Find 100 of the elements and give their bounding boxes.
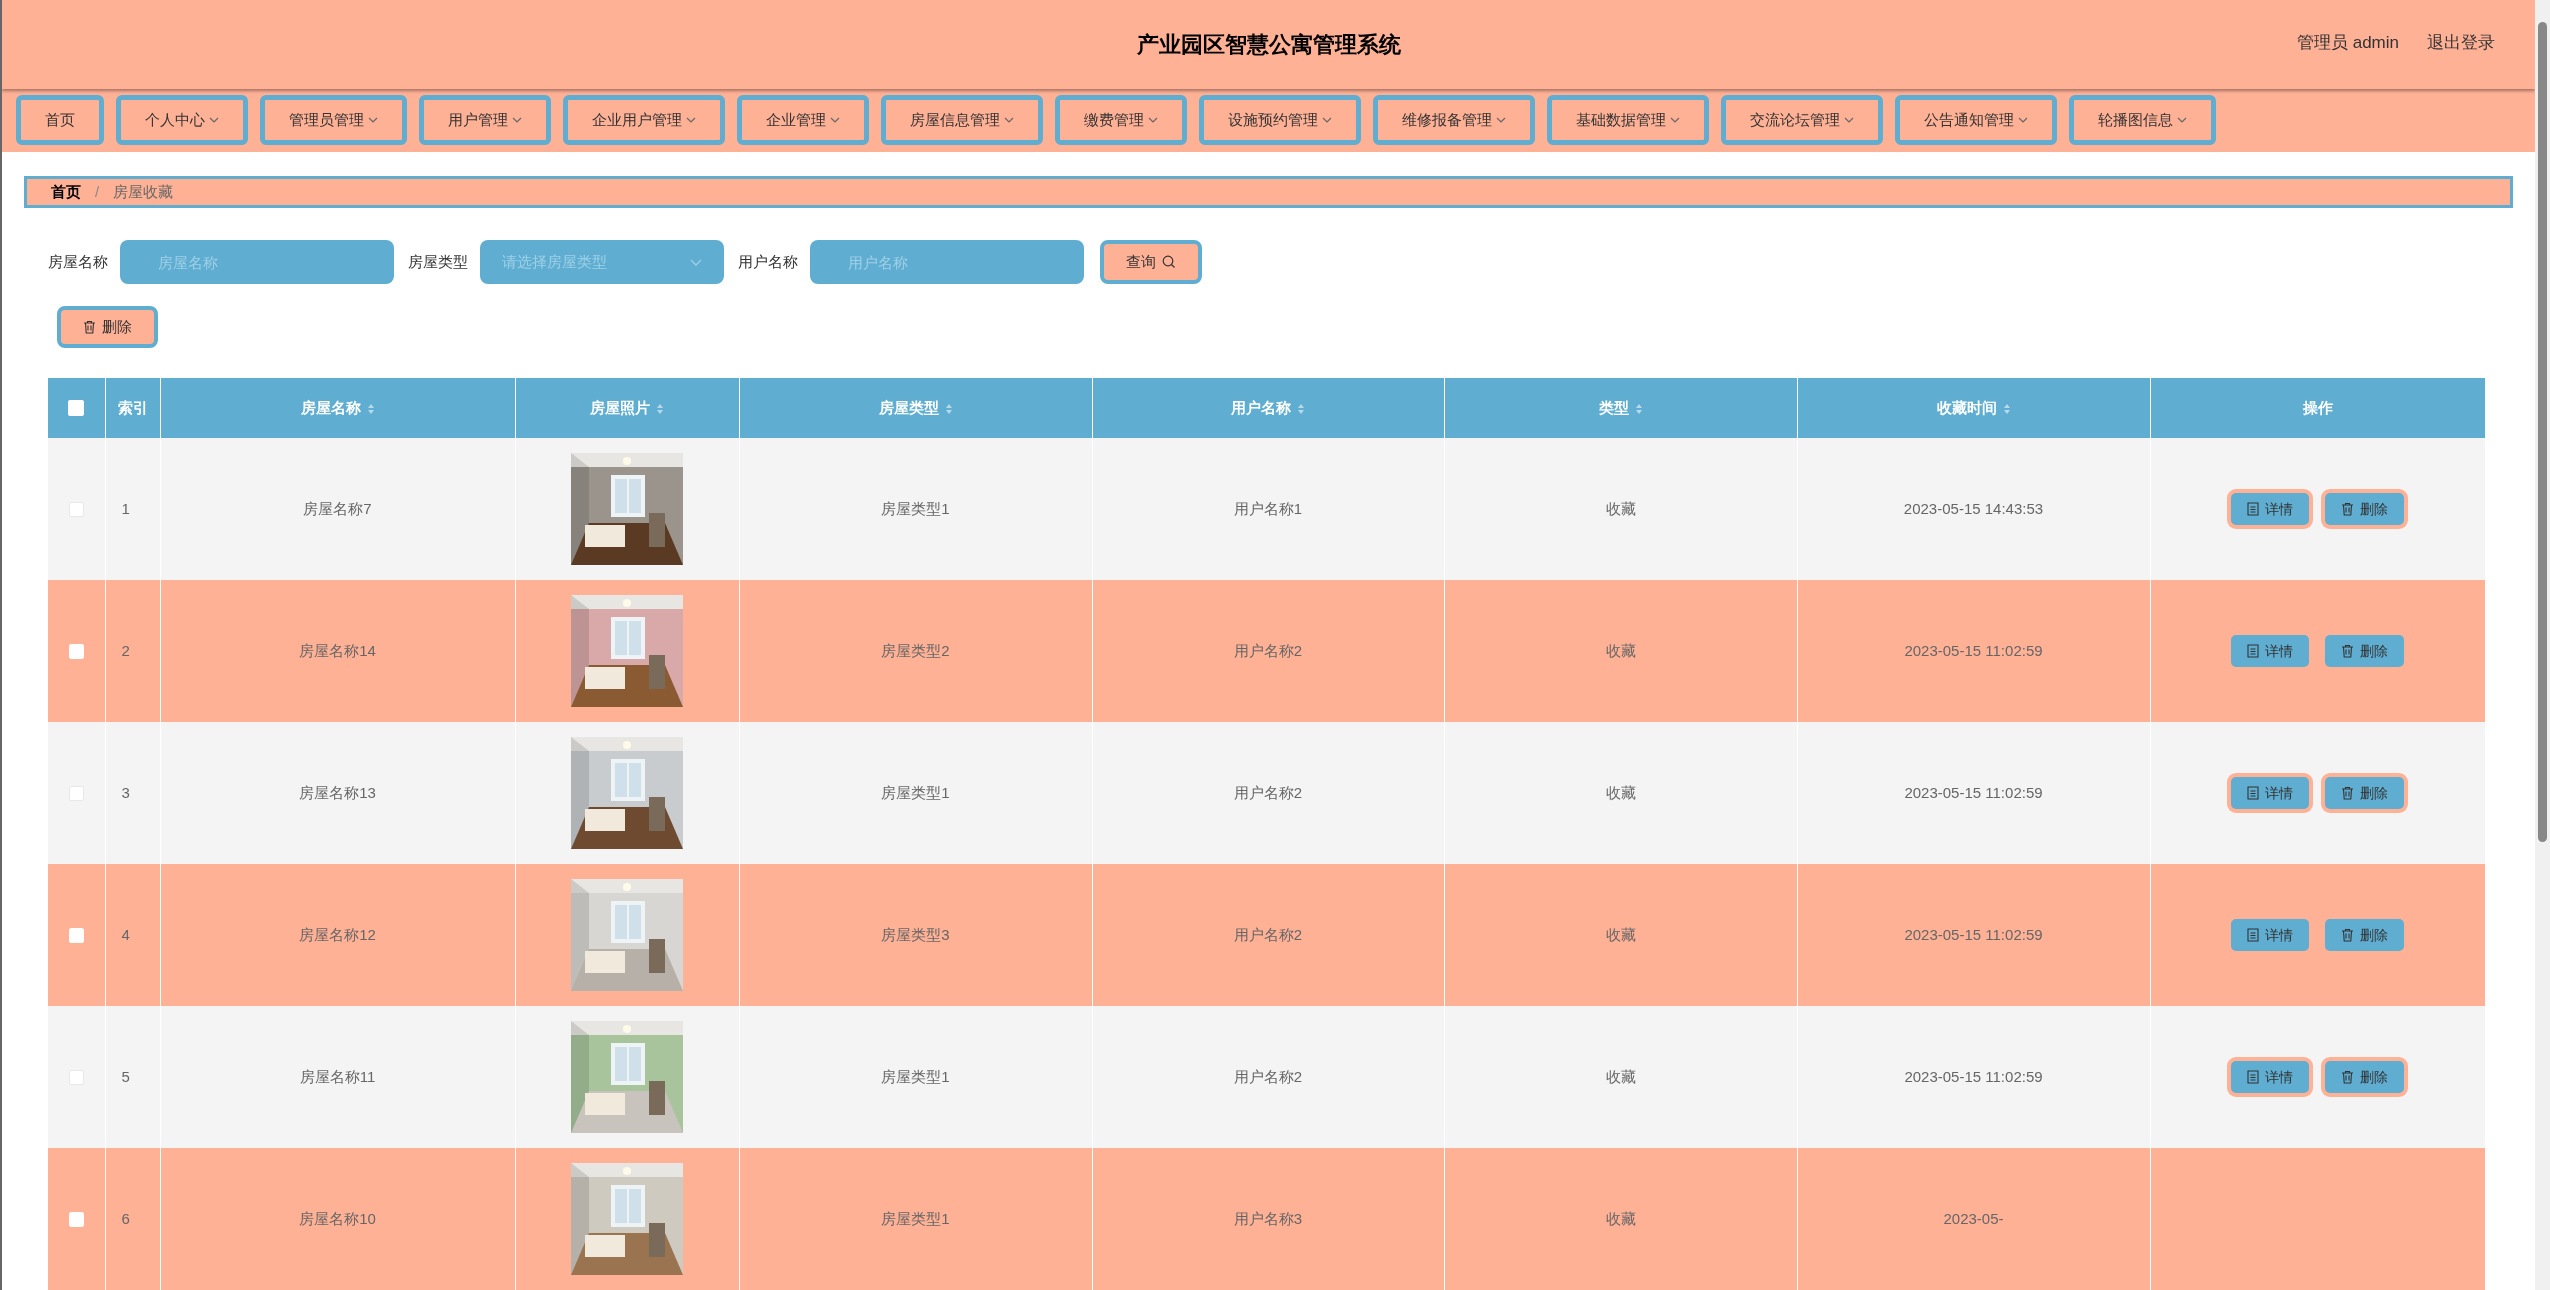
nav-menu-item[interactable]: 管理员管理 <box>260 95 407 146</box>
document-icon <box>2247 1070 2260 1084</box>
table-cell: 2023-05-15 11:02:59 <box>1904 925 2043 943</box>
nav-menu-item[interactable]: 企业管理 <box>737 95 869 146</box>
nav-menu-item[interactable]: 企业用户管理 <box>563 95 725 146</box>
row-index: 6 <box>121 1209 130 1227</box>
table-cell: 2023-05- <box>1943 1209 2004 1227</box>
table-cell: 用户名称2 <box>1233 925 1303 943</box>
breadcrumb-separator: / <box>95 181 100 202</box>
nav-menu-item[interactable]: 首页 <box>16 95 104 146</box>
chevron-down-icon <box>1496 117 1506 124</box>
chevron-down-icon <box>830 117 840 124</box>
nav-menu-item[interactable]: 轮播图信息 <box>2069 95 2216 146</box>
delete-button[interactable]: 删除 <box>57 306 158 348</box>
user-label: 管理员 admin <box>2296 32 2399 54</box>
nav-menu-item[interactable]: 用户管理 <box>419 95 551 146</box>
table-cell: 2023-05-15 11:02:59 <box>1904 1067 2043 1085</box>
chevron-down-icon <box>1004 117 1014 124</box>
table-row[interactable]: 1 房屋名称7 房屋类型1 用户名称1 收藏 2023-05-15 14:43:53 详情 删除 <box>48 438 2485 580</box>
nav-menu-item[interactable]: 个人中心 <box>116 95 248 146</box>
chevron-down-icon <box>1670 117 1680 124</box>
chevron-down-icon <box>2177 117 2187 124</box>
breadcrumb-current: 房屋收藏 <box>113 181 174 202</box>
table-row[interactable]: 5 房屋名称11 房屋类型1 用户名称2 收藏 2023-05-15 11:02:59 详情 删除 <box>48 1006 2485 1148</box>
nav-menu-item[interactable]: 设施预约管理 <box>1199 95 1361 146</box>
table-cell: 房屋名称10 <box>299 1209 376 1227</box>
table-row[interactable]: 2 房屋名称14 房屋类型2 用户名称2 收藏 2023-05-15 11:02:59 详情 删除 <box>48 580 2485 722</box>
delete-button[interactable]: 删除 <box>2325 919 2405 951</box>
column-header: 索引 <box>117 398 148 416</box>
app-title: 产业园区智慧公寓管理系统 <box>1136 30 1401 59</box>
detail-button[interactable]: 详情 <box>2231 635 2310 667</box>
table-cell: 房屋类型3 <box>881 925 950 943</box>
trash-icon <box>2341 928 2355 942</box>
row-index: 3 <box>121 783 130 801</box>
chevron-down-icon <box>1844 117 1854 124</box>
table-cell: 用户名称1 <box>1233 499 1303 517</box>
table-cell: 收藏 <box>1605 925 1636 943</box>
nav-menu-item[interactable]: 交流论坛管理 <box>1721 95 1883 146</box>
table-cell: 房屋名称13 <box>299 783 376 801</box>
sort-icon <box>1634 402 1643 415</box>
filter-label: 房屋类型 <box>408 251 468 272</box>
table-cell: 收藏 <box>1605 783 1636 801</box>
table-cell: 房屋类型1 <box>881 1209 950 1227</box>
row-index: 5 <box>121 1067 130 1085</box>
table-cell: 房屋类型2 <box>881 641 950 659</box>
table-cell: 房屋名称12 <box>299 925 376 943</box>
text-input-field[interactable]: 用户名称 <box>810 240 1084 284</box>
row-index: 4 <box>121 925 130 943</box>
select-all-checkbox[interactable] <box>68 400 85 416</box>
table-cell: 收藏 <box>1605 499 1636 517</box>
detail-button[interactable]: 详情 <box>2231 919 2310 951</box>
delete-button[interactable]: 删除 <box>2325 635 2405 667</box>
chevron-down-icon <box>368 117 378 124</box>
sort-icon <box>1297 402 1305 415</box>
nav-menu-item[interactable]: 维修报备管理 <box>1373 95 1535 146</box>
sort-icon <box>2002 402 2011 415</box>
table-cell: 用户名称2 <box>1233 641 1303 659</box>
table-row[interactable]: 3 房屋名称13 房屋类型1 用户名称2 收藏 2023-05-15 11:02:59 详情 删除 <box>48 722 2485 864</box>
document-icon <box>2247 786 2260 800</box>
document-icon <box>2247 928 2260 942</box>
trash-icon <box>83 320 96 334</box>
table-cell: 收藏 <box>1605 1067 1636 1085</box>
filter-label: 房屋名称 <box>48 251 108 272</box>
table-cell: 房屋名称14 <box>299 641 376 659</box>
search-icon <box>1162 255 1176 269</box>
logout-link[interactable]: 退出登录 <box>2427 30 2495 56</box>
chevron-down-icon <box>209 117 219 124</box>
table-cell: 房屋名称7 <box>303 499 372 517</box>
trash-icon <box>2341 502 2355 516</box>
chevron-down-icon <box>686 117 696 124</box>
document-icon <box>2247 644 2260 658</box>
column-header: 操作 <box>2302 398 2333 416</box>
breadcrumb-link[interactable]: 首页 <box>51 180 81 204</box>
sort-icon <box>656 402 664 415</box>
trash-icon <box>2341 644 2355 658</box>
table-cell: 用户名称3 <box>1233 1209 1303 1227</box>
table-cell: 收藏 <box>1605 1209 1636 1227</box>
filter-label: 用户名称 <box>738 251 798 272</box>
nav-menu-item[interactable]: 缴费管理 <box>1055 95 1187 146</box>
table-cell: 房屋类型1 <box>881 499 950 517</box>
scrollbar-thumb[interactable] <box>2538 22 2547 842</box>
table-cell: 2023-05-15 11:02:59 <box>1904 641 2043 659</box>
table-row[interactable]: 4 房屋名称12 房屋类型3 用户名称2 收藏 2023-05-15 11:02:59 详情 删除 <box>48 864 2485 1006</box>
table-cell: 房屋类型1 <box>881 783 950 801</box>
scrollbar[interactable] <box>2535 0 2550 1290</box>
table-cell: 房屋名称11 <box>299 1067 376 1085</box>
document-icon <box>2247 502 2260 516</box>
row-index: 1 <box>121 499 130 517</box>
table-cell: 用户名称2 <box>1233 1067 1303 1085</box>
chevron-down-icon <box>512 117 522 124</box>
nav-menu-item[interactable]: 房屋信息管理 <box>881 95 1043 146</box>
sort-icon <box>944 402 953 415</box>
table-row[interactable]: 6 房屋名称10 房屋类型1 用户名称3 收藏 2023-05- <box>48 1148 2485 1290</box>
table-cell: 2023-05-15 11:02:59 <box>1904 783 2043 801</box>
search-button[interactable]: 查询 <box>1100 240 1202 284</box>
chevron-down-icon <box>690 258 702 266</box>
text-input-field[interactable]: 房屋名称 <box>120 240 394 284</box>
nav-menu-item[interactable]: 基础数据管理 <box>1547 95 1709 146</box>
chevron-down-icon <box>2018 117 2028 124</box>
nav-menu-item[interactable]: 公告通知管理 <box>1895 95 2057 146</box>
